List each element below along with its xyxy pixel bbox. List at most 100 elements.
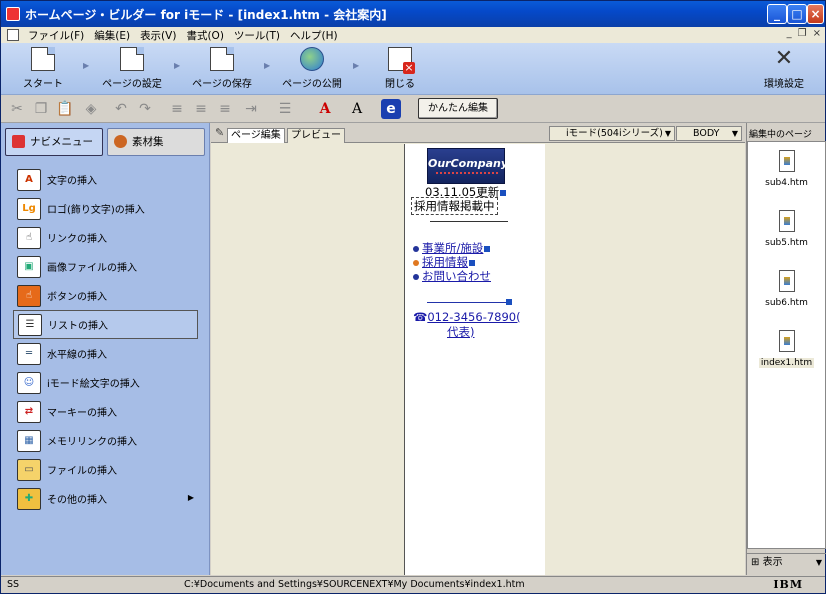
insert-memory-link-item[interactable]: ▦ メモリリンクの挿入 bbox=[13, 426, 198, 455]
start-button[interactable]: スタート bbox=[19, 47, 67, 93]
phone-page-canvas[interactable]: OurCompany 03.11.05更新 採用情報掲載中 事業所/施設 採用情… bbox=[405, 144, 545, 575]
phone-link[interactable]: ☎012-3456-7890( bbox=[413, 310, 521, 324]
editor-workarea[interactable]: OurCompany 03.11.05更新 採用情報掲載中 事業所/施設 採用情… bbox=[211, 144, 745, 575]
file-item[interactable]: sub5.htm bbox=[748, 210, 825, 248]
undo-icon[interactable]: ↶ bbox=[111, 99, 131, 119]
insert-emoji-item[interactable]: ☺ iモード絵文字の挿入 bbox=[13, 368, 198, 397]
notice-text[interactable]: 採用情報掲載中 bbox=[411, 197, 498, 215]
insert-link-item[interactable]: ☝ リンクの挿入 bbox=[13, 223, 198, 252]
html-file-icon bbox=[778, 150, 795, 172]
insert-text-item[interactable]: A 文字の挿入 bbox=[13, 165, 198, 194]
page-settings-button[interactable]: ページの設定 bbox=[99, 47, 165, 93]
app-icon[interactable] bbox=[6, 7, 20, 21]
page-publish-button[interactable]: ページの公開 bbox=[279, 47, 345, 93]
device-combo[interactable]: iモード(504iシリーズ) ▼ bbox=[549, 126, 675, 141]
page-settings-icon bbox=[120, 47, 144, 71]
navi-panel: ナビメニュー 素材集 A 文字の挿入 Lg ロゴ(飾り文字)の挿入 ☝ リンクの… bbox=[1, 123, 210, 575]
menu-view[interactable]: 表示(V) bbox=[135, 28, 181, 43]
insert-file-label: ファイルの挿入 bbox=[47, 466, 117, 477]
insert-file-item[interactable]: ▭ ファイルの挿入 bbox=[13, 455, 198, 484]
link-insert-icon: ☝ bbox=[17, 226, 41, 249]
insert-marquee-label: マーキーの挿入 bbox=[47, 408, 117, 419]
view-mode-label: 表示 bbox=[762, 557, 783, 568]
menu-bar: ファイル(F) 編集(E) 表示(V) 書式(O) ツール(T) ヘルプ(H) … bbox=[1, 27, 825, 43]
cut-icon[interactable]: ✂ bbox=[7, 99, 27, 119]
horizontal-rule[interactable] bbox=[430, 221, 508, 222]
insert-image-label: 画像ファイルの挿入 bbox=[47, 263, 137, 274]
insert-hr-item[interactable]: ═ 水平線の挿入 bbox=[13, 339, 198, 368]
copy-icon[interactable]: ❐ bbox=[31, 99, 51, 119]
status-bar: SS C:¥Documents and Settings¥SOURCENEXT¥… bbox=[1, 576, 825, 593]
insert-image-item[interactable]: ▣ 画像ファイルの挿入 bbox=[13, 252, 198, 281]
file-item[interactable]: sub4.htm bbox=[748, 150, 825, 188]
mdi-close-icon[interactable]: × bbox=[813, 28, 821, 39]
file-item[interactable]: sub6.htm bbox=[748, 270, 825, 308]
device-combo-value: iモード(504iシリーズ) bbox=[566, 128, 663, 139]
page-publish-label: ページの公開 bbox=[282, 79, 342, 90]
image-insert-icon: ▣ bbox=[17, 255, 41, 278]
env-settings-button[interactable]: ✕ 環境設定 bbox=[759, 47, 809, 93]
paste-icon[interactable]: 📋 bbox=[55, 99, 75, 119]
link-contact[interactable]: お問い合わせ bbox=[413, 268, 491, 284]
text-insert-icon: A bbox=[17, 168, 41, 191]
align-center-icon[interactable]: ≡ bbox=[191, 99, 211, 119]
insert-list-item[interactable]: ☰ リストの挿入 bbox=[13, 310, 198, 339]
horizontal-rule-blue[interactable] bbox=[427, 302, 509, 303]
tab-materials[interactable]: 素材集 bbox=[107, 128, 205, 156]
pencil-icon: ✎ bbox=[215, 126, 225, 139]
tab-navi-menu[interactable]: ナビメニュー bbox=[5, 128, 103, 156]
insert-text-label: 文字の挿入 bbox=[47, 176, 97, 187]
insert-marquee-item[interactable]: ⇄ マーキーの挿入 bbox=[13, 397, 198, 426]
phone-link-line2: 代表) bbox=[447, 325, 475, 339]
list-indent-icon[interactable]: ☰ bbox=[275, 99, 295, 119]
redo-icon[interactable]: ↷ bbox=[135, 99, 155, 119]
page-save-label: ページの保存 bbox=[192, 79, 252, 90]
arrow-separator-icon: ▶ bbox=[353, 61, 360, 70]
tag-combo-value: BODY bbox=[693, 128, 720, 139]
tools-icon: ✕ bbox=[774, 46, 794, 71]
insert-logo-item[interactable]: Lg ロゴ(飾り文字)の挿入 bbox=[13, 194, 198, 223]
font-size-icon[interactable]: A bbox=[347, 99, 367, 119]
minimize-button[interactable]: _ bbox=[767, 4, 787, 24]
align-left-icon[interactable]: ≡ bbox=[167, 99, 187, 119]
company-logo[interactable]: OurCompany bbox=[427, 148, 508, 184]
maximize-button[interactable]: □ bbox=[787, 4, 807, 24]
title-bar[interactable]: ホームページ・ビルダー for iモード - [index1.htm - 会社案… bbox=[1, 1, 825, 27]
page-file-list[interactable]: sub4.htm sub5.htm sub6.htm index1.htm bbox=[747, 141, 826, 549]
list-insert-icon: ☰ bbox=[18, 313, 42, 336]
font-color-icon[interactable]: A bbox=[315, 99, 335, 119]
close-button[interactable]: × bbox=[807, 4, 824, 24]
file-name: sub4.htm bbox=[765, 178, 808, 188]
insert-other-label: その他の挿入 bbox=[47, 495, 107, 506]
insert-other-item[interactable]: ✚ その他の挿入 ▶ bbox=[13, 484, 198, 513]
file-item-selected[interactable]: index1.htm bbox=[748, 330, 825, 368]
materials-icon bbox=[114, 135, 127, 148]
insert-button-label: ボタンの挿入 bbox=[47, 292, 107, 303]
page-save-button[interactable]: ページの保存 bbox=[189, 47, 255, 93]
mdi-minimize-icon[interactable]: _ bbox=[787, 28, 792, 39]
file-name: index1.htm bbox=[758, 358, 815, 368]
submenu-arrow-icon: ▶ bbox=[187, 493, 194, 502]
tag-combo[interactable]: BODY ▼ bbox=[676, 126, 742, 141]
insert-button-item[interactable]: ☝ ボタンの挿入 bbox=[13, 281, 198, 310]
tab-preview[interactable]: プレビュー bbox=[287, 128, 345, 143]
mdi-restore-icon[interactable]: ❐ bbox=[798, 28, 807, 39]
menu-help[interactable]: ヘルプ(H) bbox=[285, 28, 343, 43]
align-right-icon[interactable]: ≡ bbox=[215, 99, 235, 119]
eraser-icon[interactable]: ◈ bbox=[81, 99, 101, 119]
indent-icon[interactable]: ⇥ bbox=[241, 99, 261, 119]
tab-page-edit[interactable]: ページ編集 bbox=[227, 128, 285, 143]
menu-edit[interactable]: 編集(E) bbox=[89, 28, 135, 43]
browser-preview-icon[interactable]: e bbox=[381, 99, 401, 119]
view-mode-combo[interactable]: ⊞ 表示 ▼ bbox=[747, 553, 826, 573]
menu-file[interactable]: ファイル(F) bbox=[23, 28, 89, 43]
phone-link-cont[interactable]: 代表) bbox=[447, 324, 475, 340]
link-contact-label: お問い合わせ bbox=[422, 269, 491, 283]
document-icon[interactable] bbox=[7, 29, 19, 41]
easy-edit-button[interactable]: かんたん編集 bbox=[418, 98, 498, 119]
menu-format[interactable]: 書式(O) bbox=[181, 28, 228, 43]
logo-insert-icon: Lg bbox=[17, 197, 41, 220]
status-mode: SS bbox=[7, 579, 20, 590]
menu-tools[interactable]: ツール(T) bbox=[229, 28, 285, 43]
close-page-button[interactable]: 閉じる bbox=[375, 47, 425, 93]
